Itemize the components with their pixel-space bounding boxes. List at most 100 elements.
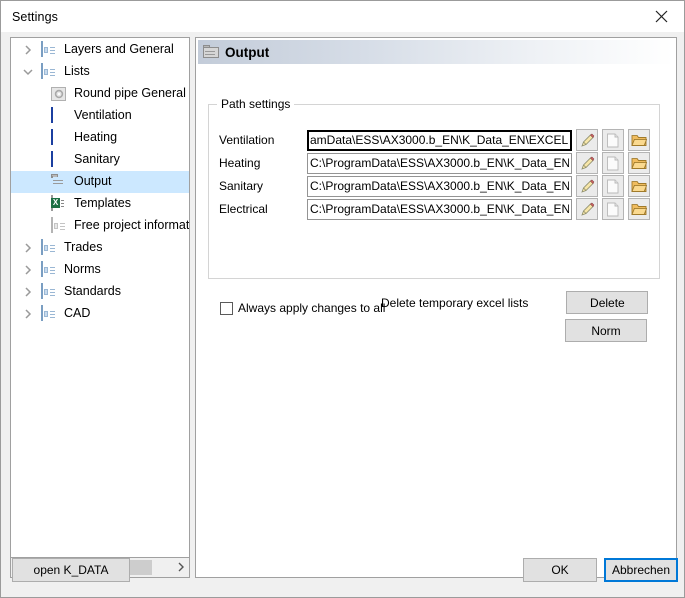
tree-item-norms[interactable]: Norms bbox=[11, 259, 189, 281]
tree-item-label: Trades bbox=[64, 240, 103, 255]
tree-item-label: Output bbox=[74, 174, 112, 189]
folder-open-icon bbox=[631, 202, 647, 216]
folder-open-icon bbox=[631, 133, 647, 147]
doc-list-gray-icon bbox=[51, 217, 69, 234]
pencil-icon bbox=[580, 156, 595, 171]
ok-button[interactable]: OK bbox=[523, 558, 597, 582]
dialog-content: Layers and General Lists Round pipe Genera… bbox=[1, 32, 684, 597]
title-bar: Settings bbox=[1, 1, 684, 32]
pencil-icon bbox=[580, 202, 595, 217]
folder-icon bbox=[51, 174, 69, 190]
pencil-icon bbox=[580, 179, 595, 194]
tree-item-round-pipe-general[interactable]: Round pipe General bbox=[11, 83, 189, 105]
window-title: Settings bbox=[12, 9, 58, 24]
path-field-row-ventilation: Ventilation bbox=[219, 129, 650, 151]
doc-list-icon bbox=[41, 239, 59, 256]
browse-folder-button-sanitary[interactable] bbox=[628, 175, 650, 197]
chevron-right-icon[interactable] bbox=[19, 303, 37, 325]
browse-folder-button-heating[interactable] bbox=[628, 152, 650, 174]
path-field-label: Heating bbox=[219, 156, 261, 170]
norm-button[interactable]: Norm bbox=[565, 319, 647, 342]
dialog-footer: open K_DATA OK Abbrechen bbox=[1, 551, 684, 597]
doc-list-icon bbox=[41, 283, 59, 300]
panel-title: Output bbox=[225, 44, 270, 60]
tree-item-heating[interactable]: Heating bbox=[11, 127, 189, 149]
panel-header: Output bbox=[198, 40, 674, 64]
ventilation-duct-icon bbox=[51, 107, 69, 124]
chevron-down-icon[interactable] bbox=[19, 61, 37, 83]
output-settings-panel: Output Path settings Ventilation Heating S… bbox=[195, 37, 677, 578]
tree-item-free-project-informat[interactable]: Free project informat bbox=[11, 215, 189, 237]
chevron-right-icon[interactable] bbox=[19, 237, 37, 259]
edit-path-button-electrical[interactable] bbox=[576, 198, 598, 220]
cancel-button[interactable]: Abbrechen bbox=[604, 558, 678, 582]
path-field-row-heating: Heating bbox=[219, 152, 650, 174]
path-input-sanitary[interactable] bbox=[307, 175, 572, 197]
tree-item-trades[interactable]: Trades bbox=[11, 237, 189, 259]
page-icon bbox=[606, 179, 620, 194]
path-settings-group: Path settings Ventilation Heating Sanitary… bbox=[208, 97, 660, 342]
delete-temp-lists-label: Delete temporary excel lists bbox=[381, 295, 529, 310]
path-field-row-sanitary: Sanitary bbox=[219, 175, 650, 197]
tree-item-sanitary[interactable]: Sanitary bbox=[11, 149, 189, 171]
new-file-button-ventilation[interactable] bbox=[602, 129, 624, 151]
new-file-button-electrical[interactable] bbox=[602, 198, 624, 220]
tree-item-label: Free project informat bbox=[74, 218, 190, 233]
excel-icon: X bbox=[51, 195, 69, 212]
tree-item-output[interactable]: Output bbox=[11, 171, 189, 193]
path-field-row-electrical: Electrical bbox=[219, 198, 650, 220]
tree-item-label: Norms bbox=[64, 262, 101, 277]
chevron-right-icon[interactable] bbox=[19, 39, 37, 61]
edit-path-button-ventilation[interactable] bbox=[576, 129, 598, 151]
browse-folder-button-ventilation[interactable] bbox=[628, 129, 650, 151]
doc-list-icon bbox=[41, 261, 59, 278]
tree-item-label: CAD bbox=[64, 306, 91, 321]
close-icon bbox=[655, 10, 668, 23]
always-apply-row[interactable]: Always apply changes to all bbox=[220, 299, 385, 317]
gear-icon bbox=[51, 86, 69, 102]
tree-item-layers-and-general[interactable]: Layers and General bbox=[11, 39, 189, 61]
folder-icon bbox=[203, 43, 219, 61]
tree-item-standards[interactable]: Standards bbox=[11, 281, 189, 303]
folder-open-icon bbox=[631, 179, 647, 193]
delete-temp-lists-row: Delete temporary excel lists Delete bbox=[381, 291, 649, 314]
new-file-button-sanitary[interactable] bbox=[602, 175, 624, 197]
tree-item-label: Lists bbox=[64, 64, 90, 79]
settings-tree[interactable]: Layers and General Lists Round pipe Genera… bbox=[10, 37, 190, 558]
page-icon bbox=[606, 202, 620, 217]
tree-item-label: Templates bbox=[74, 196, 131, 211]
new-file-button-heating[interactable] bbox=[602, 152, 624, 174]
doc-list-icon bbox=[41, 41, 59, 58]
group-title: Path settings bbox=[217, 97, 295, 111]
path-input-ventilation[interactable] bbox=[307, 129, 572, 151]
open-kdata-button[interactable]: open K_DATA bbox=[12, 558, 130, 582]
settings-dialog: Settings Layers and General Lists Round pi… bbox=[0, 0, 685, 598]
browse-folder-button-electrical[interactable] bbox=[628, 198, 650, 220]
chevron-right-icon[interactable] bbox=[19, 281, 37, 303]
tree-item-label: Heating bbox=[74, 130, 118, 145]
doc-list-icon bbox=[41, 63, 59, 80]
always-apply-checkbox[interactable] bbox=[220, 301, 233, 315]
sanitary-duct-icon bbox=[51, 151, 69, 168]
path-input-electrical[interactable] bbox=[307, 198, 572, 220]
heating-duct-icon bbox=[51, 129, 69, 146]
tree-item-ventilation[interactable]: Ventilation bbox=[11, 105, 189, 127]
edit-path-button-heating[interactable] bbox=[576, 152, 598, 174]
edit-path-button-sanitary[interactable] bbox=[576, 175, 598, 197]
path-input-heating[interactable] bbox=[307, 152, 572, 174]
tree-item-cad[interactable]: CAD bbox=[11, 303, 189, 325]
page-icon bbox=[606, 156, 620, 171]
path-field-label: Sanitary bbox=[219, 179, 264, 193]
tree-item-lists[interactable]: Lists bbox=[11, 61, 189, 83]
doc-list-icon bbox=[41, 305, 59, 322]
delete-button[interactable]: Delete bbox=[566, 291, 649, 314]
tree-item-templates[interactable]: X Templates bbox=[11, 193, 189, 215]
path-field-label: Ventilation bbox=[219, 133, 275, 147]
folder-open-icon bbox=[631, 156, 647, 170]
path-field-label: Electrical bbox=[219, 202, 268, 216]
tree-item-label: Round pipe General bbox=[74, 86, 186, 101]
pencil-icon bbox=[580, 133, 595, 148]
chevron-right-icon[interactable] bbox=[19, 259, 37, 281]
tree-item-label: Standards bbox=[64, 284, 121, 299]
close-button[interactable] bbox=[638, 1, 684, 32]
